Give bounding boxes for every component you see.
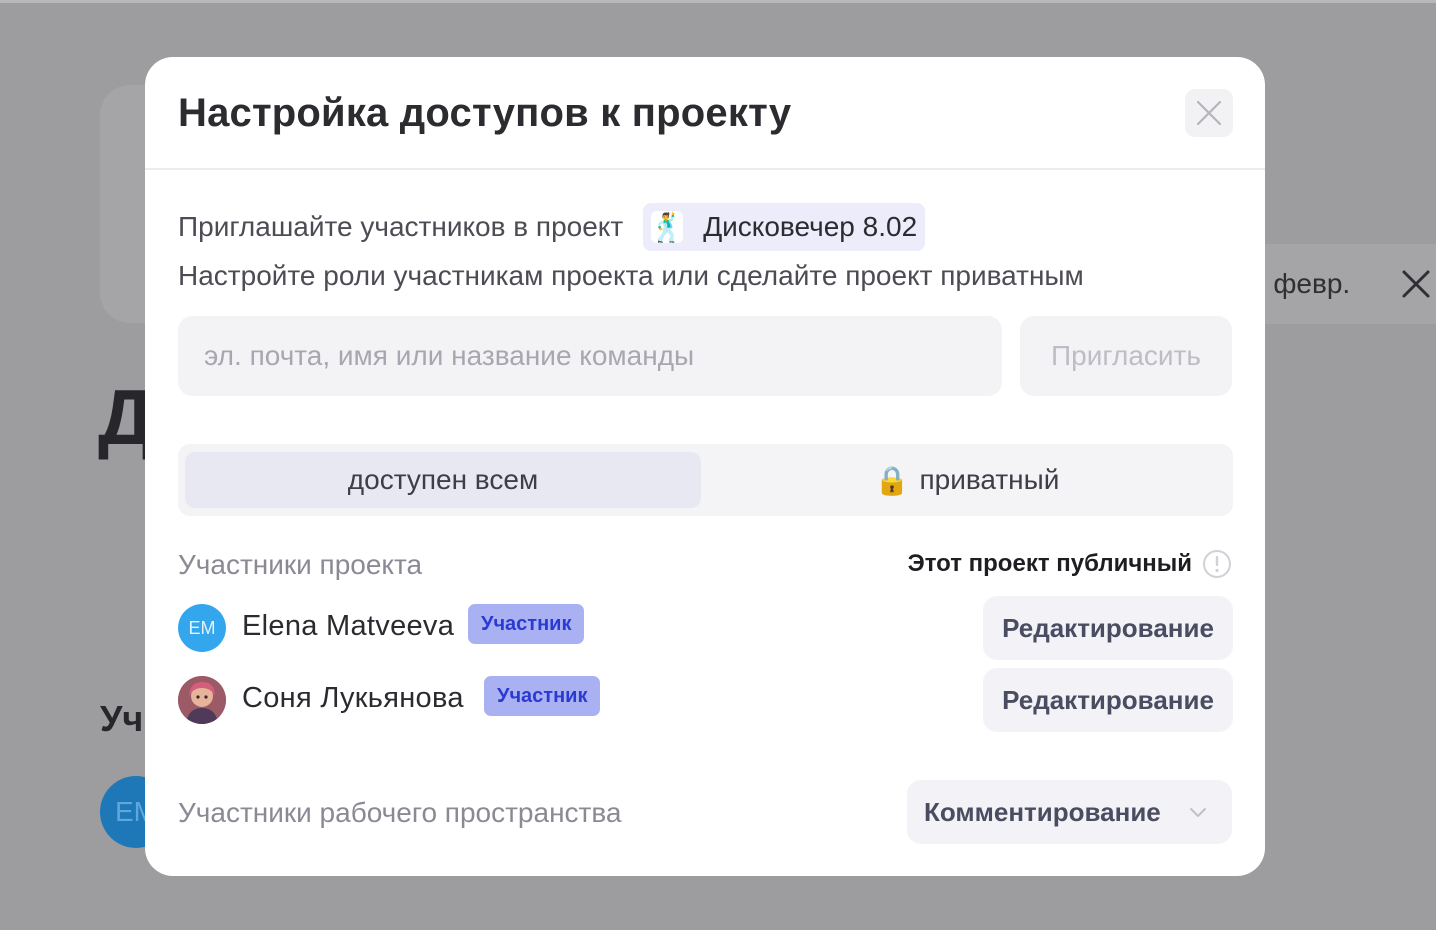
lock-icon: 🔒 — [874, 464, 910, 496]
background-top-border — [0, 0, 1436, 3]
member-row: Соня Лукьянова Участник Редактирование — [178, 668, 1233, 732]
invite-text: Приглашайте участников в проект — [178, 211, 624, 242]
project-members-title: Участники проекта — [178, 549, 423, 580]
close-icon — [1196, 100, 1222, 126]
background-date: 9 февр. — [1250, 268, 1351, 299]
visibility-private-option[interactable]: 🔒 приватный — [708, 452, 1226, 508]
permission-dropdown[interactable]: Редактирование — [983, 596, 1233, 660]
invite-button[interactable]: Пригласить — [1020, 316, 1232, 396]
info-icon[interactable] — [1202, 549, 1232, 579]
close-button[interactable] — [1185, 89, 1233, 137]
workspace-permission-select[interactable]: Комментирование — [907, 780, 1232, 844]
dancer-icon: 🕺 — [649, 211, 685, 243]
access-settings-modal: Настройка доступов к проекту Приглашайте… — [145, 57, 1265, 876]
member-name: Elena Matveeva — [242, 610, 455, 642]
project-name: Дисковечер 8.02 — [703, 211, 918, 242]
background-close-icon — [1402, 270, 1430, 298]
visibility-private-label: приватный — [919, 464, 1060, 495]
avatar-portrait-icon — [178, 676, 226, 724]
avatar — [178, 676, 226, 724]
visibility-public-option[interactable]: доступен всем — [185, 452, 701, 508]
project-chip[interactable]: 🕺 Дисковечер 8.02 — [643, 203, 926, 251]
modal-title: Настройка доступов к проекту — [178, 91, 792, 135]
roles-hint: Настройте роли участникам проекта или сд… — [178, 260, 1084, 291]
invite-line: Приглашайте участников в проект 🕺 Дисков… — [178, 203, 926, 251]
public-note-text: Этот проект публичный — [907, 550, 1192, 577]
member-name: Соня Лукьянова — [242, 682, 464, 714]
visibility-toggle: доступен всем 🔒 приватный — [178, 444, 1233, 516]
workspace-members-label: Участники рабочего пространства — [178, 797, 622, 828]
chevron-down-icon — [1190, 808, 1206, 817]
avatar: EM — [178, 604, 226, 652]
background-section-heading: Уч — [100, 698, 144, 739]
permission-dropdown[interactable]: Редактирование — [983, 668, 1233, 732]
workspace-permission-value: Комментирование — [924, 796, 1161, 827]
modal-header: Настройка доступов к проекту — [145, 57, 1265, 170]
role-badge: Участник — [484, 676, 601, 716]
public-project-note: Этот проект публичный — [908, 549, 1232, 579]
member-row: EM Elena Matveeva Участник Редактировани… — [178, 596, 1233, 660]
invite-search-input[interactable] — [178, 316, 1002, 396]
visibility-public-label: доступен всем — [347, 464, 539, 495]
role-badge: Участник — [468, 604, 585, 644]
